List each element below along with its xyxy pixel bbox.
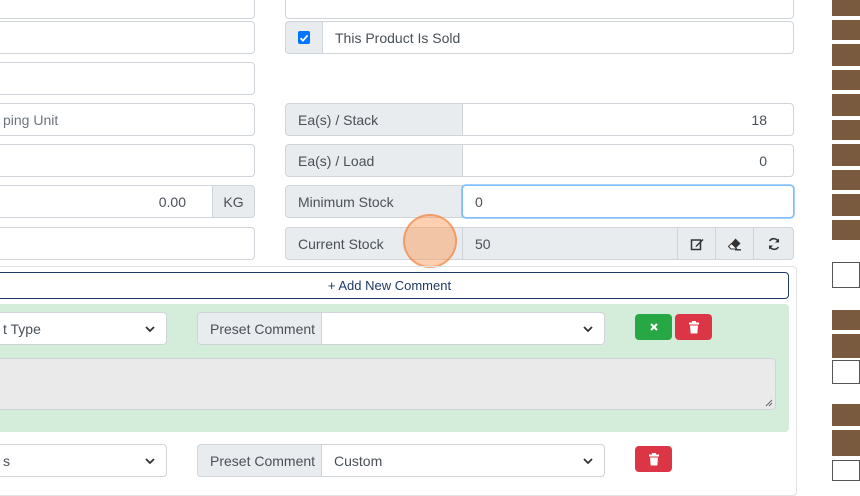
comment-type-value-2: s <box>3 452 10 469</box>
shipping-unit-field[interactable]: ping Unit <box>0 103 255 136</box>
weight-input[interactable]: 0.00 <box>0 185 213 218</box>
trash-icon <box>688 320 699 333</box>
resize-handle-icon[interactable] <box>765 399 773 407</box>
check-icon <box>299 34 309 42</box>
refresh-icon <box>768 237 779 250</box>
chevron-down-icon <box>145 458 155 465</box>
text-field-6[interactable] <box>0 227 255 260</box>
current-stock-readonly: 50 <box>462 227 678 260</box>
click-indicator <box>403 214 457 268</box>
text-field-1[interactable] <box>0 21 255 54</box>
preset-comment-label-addon-2: Preset Comment <box>197 444 322 477</box>
edit-stock-button[interactable] <box>677 227 716 260</box>
sold-checkbox[interactable] <box>298 31 310 44</box>
comment-type-select-1[interactable]: t Type <box>0 312 167 345</box>
delete-comment-button-1[interactable] <box>675 314 712 340</box>
weight-value: 0.00 <box>158 193 186 210</box>
times-icon <box>649 323 658 331</box>
sold-label-box: This Product Is Sold <box>322 21 794 54</box>
preset-comment-label-addon-1: Preset Comment <box>197 312 322 345</box>
ea-stack-label-addon: Ea(s) / Stack <box>285 103 463 136</box>
ea-stack-input[interactable]: 18 <box>462 103 794 136</box>
chevron-down-icon <box>583 326 593 333</box>
preset-comment-value-2: Custom <box>334 452 383 469</box>
add-comment-button[interactable]: + Add New Comment <box>0 272 789 299</box>
ea-load-value: 0 <box>759 152 767 169</box>
preset-comment-select-1[interactable] <box>321 312 605 345</box>
sold-label: This Product Is Sold <box>335 29 461 46</box>
ea-stack-label: Ea(s) / Stack <box>298 111 379 128</box>
comment-textarea-1[interactable] <box>0 358 776 410</box>
min-stock-input[interactable]: 0 <box>462 185 794 218</box>
chevron-down-icon <box>583 458 593 465</box>
clear-stock-button[interactable] <box>715 227 754 260</box>
ea-stack-value: 18 <box>751 111 767 128</box>
weight-unit-addon: KG <box>212 185 255 218</box>
refresh-stock-button[interactable] <box>753 227 794 260</box>
min-stock-value: 0 <box>475 193 483 210</box>
weight-unit: KG <box>223 193 244 210</box>
ea-load-label: Ea(s) / Load <box>298 152 375 169</box>
preset-comment-label-1: Preset Comment <box>210 320 316 337</box>
text-field-2[interactable] <box>0 62 255 95</box>
current-stock-label: Current Stock <box>298 235 384 252</box>
add-comment-label: + Add New Comment <box>327 278 452 293</box>
preset-comment-select-2[interactable]: Custom <box>321 444 605 477</box>
ea-load-label-addon: Ea(s) / Load <box>285 144 463 177</box>
min-stock-label: Minimum Stock <box>298 193 394 210</box>
brick-decoration <box>832 0 860 481</box>
comment-type-value-1: t Type <box>3 320 41 337</box>
ea-load-input[interactable]: 0 <box>462 144 794 177</box>
trash-icon <box>648 452 659 465</box>
chevron-down-icon <box>145 326 155 333</box>
sold-checkbox-addon <box>285 21 323 54</box>
top-field-left[interactable] <box>0 0 255 19</box>
text-field-4[interactable] <box>0 144 255 177</box>
delete-comment-button-2[interactable] <box>635 446 672 472</box>
edit-icon <box>690 238 703 250</box>
comment-type-select-2[interactable]: s <box>0 444 167 477</box>
current-stock-value: 50 <box>475 235 491 252</box>
eraser-icon <box>727 238 741 251</box>
shipping-unit-placeholder: ping Unit <box>3 111 59 128</box>
min-stock-label-addon: Minimum Stock <box>285 185 463 218</box>
category-select-partial[interactable] <box>285 0 794 19</box>
preset-comment-label-2: Preset Comment <box>210 452 316 469</box>
confirm-comment-button-1[interactable] <box>635 314 672 340</box>
